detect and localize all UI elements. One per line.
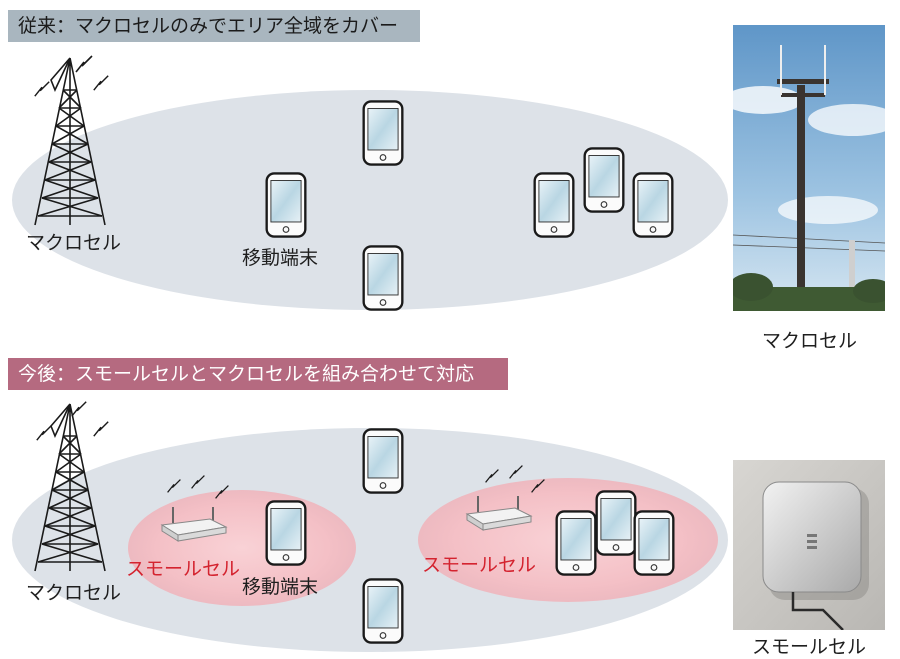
macro-cell-label: マクロセル — [26, 232, 122, 254]
mobile-terminal-icon — [595, 490, 637, 556]
small-cell-photo-caption: スモールセル — [752, 636, 867, 658]
macro-cell-label: マクロセル — [26, 582, 122, 604]
mobile-terminal-icon — [533, 172, 575, 238]
mobile-terminal-icon — [265, 500, 307, 566]
mobile-terminal-icon — [265, 172, 307, 238]
mobile-terminal-icon — [362, 100, 404, 166]
mobile-terminal-icon — [633, 510, 675, 576]
mobile-terminal-icon — [583, 147, 625, 213]
mobile-terminal-icon — [555, 510, 597, 576]
mobile-terminal-icon — [362, 245, 404, 311]
mobile-terminal-icon — [362, 578, 404, 644]
small-cell-photo — [733, 460, 885, 630]
macro-cell-photo — [733, 25, 885, 311]
mobile-terminal-icon — [632, 172, 674, 238]
small-cell-label: スモールセル — [126, 558, 241, 580]
mobile-terminal-label: 移動端末 — [242, 247, 319, 269]
macro-cell-photo-caption: マクロセル — [762, 330, 858, 352]
small-cell-label: スモールセル — [422, 554, 537, 576]
mobile-terminal-label: 移動端末 — [242, 576, 319, 598]
mobile-terminal-icon — [362, 428, 404, 494]
